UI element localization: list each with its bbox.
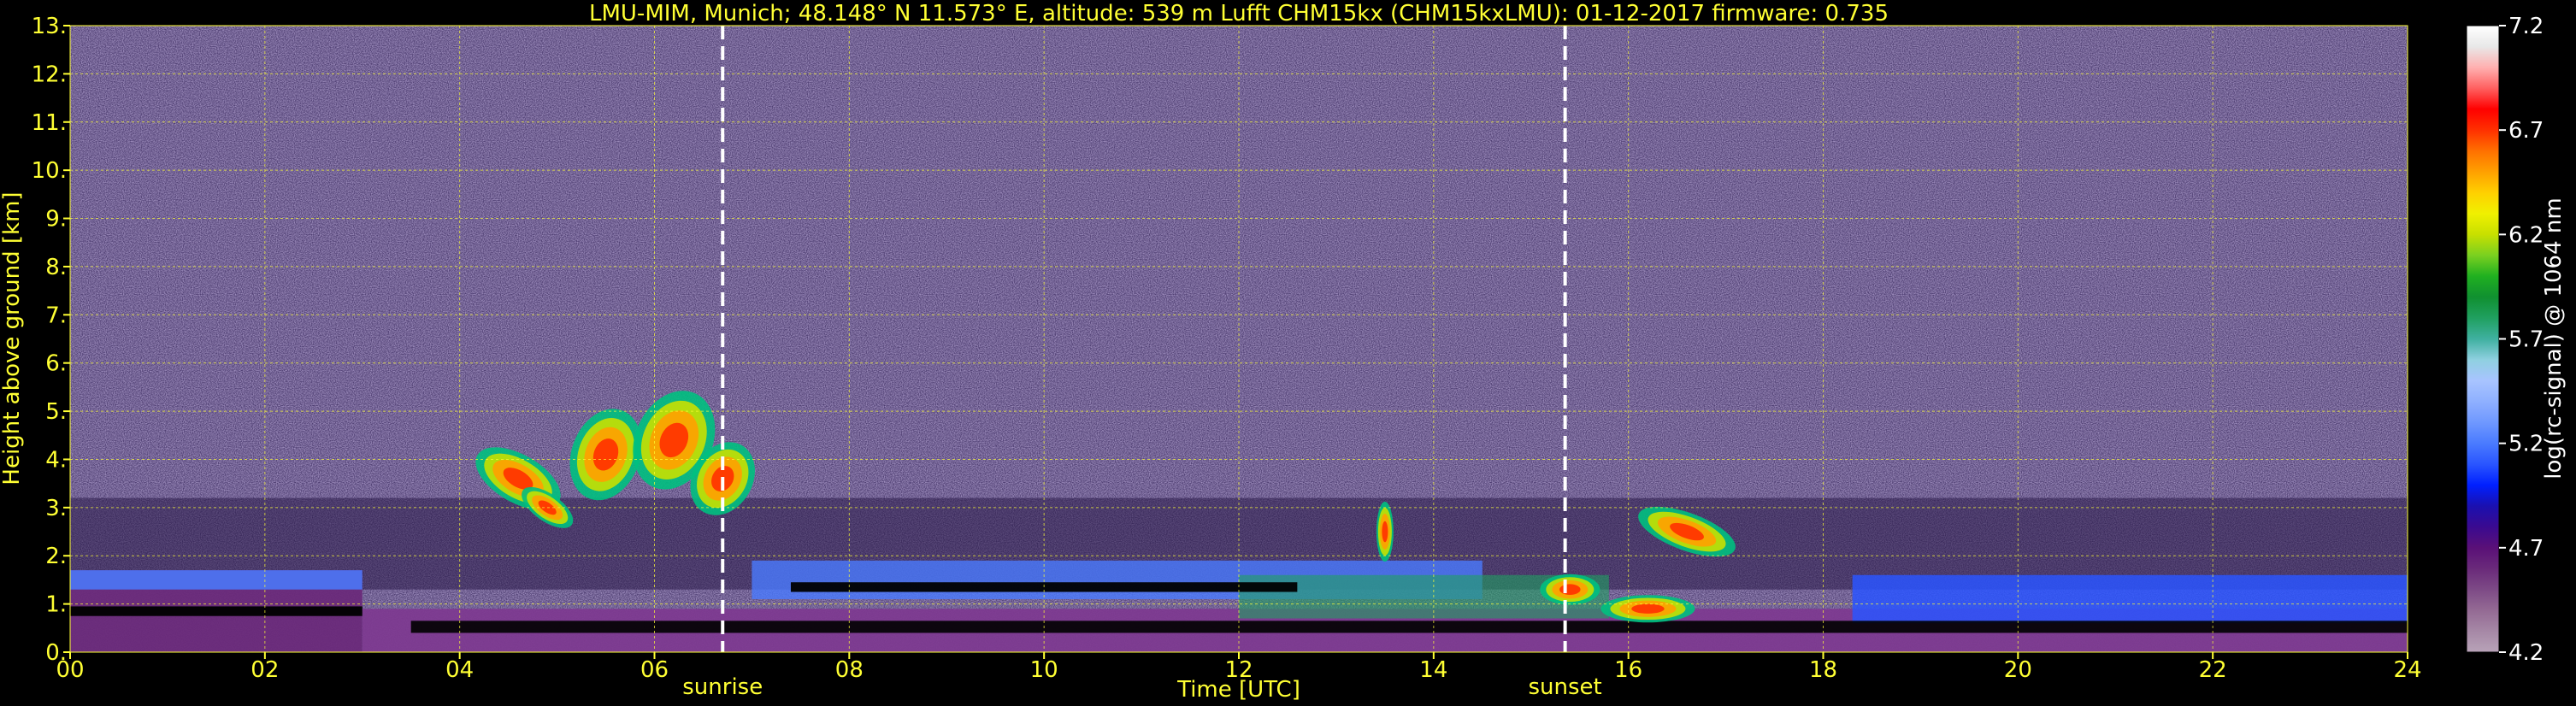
colorbar-label: log(rc-signal) @ 1064 nm bbox=[2541, 197, 2567, 479]
x-tick-label: 06 bbox=[640, 657, 669, 683]
colorbar-tick-label: 6.7 bbox=[2508, 118, 2544, 144]
colorbar-tick-label: 7.2 bbox=[2508, 14, 2544, 39]
y-tick-label: 7. bbox=[45, 303, 67, 328]
cloud-feature bbox=[1600, 595, 1695, 623]
colorbar-tick-label: 4.2 bbox=[2508, 640, 2544, 666]
x-tick-label: 02 bbox=[251, 657, 279, 683]
y-tick-label: 3. bbox=[45, 496, 67, 521]
colorbar-ticks: 4.2 4.7 5.2 5.7 6.2 6.7 7.2 bbox=[2499, 14, 2544, 666]
y-tick-label: 4. bbox=[45, 447, 67, 473]
y-tick-label: 12. bbox=[32, 62, 67, 87]
y-axis-ticks: 0.1.2.3.4.5.6.7.8.9.10.11.12.13. bbox=[32, 14, 70, 666]
cloud-feature bbox=[1540, 574, 1600, 605]
x-tick-label: 00 bbox=[56, 657, 84, 683]
y-tick-label: 5. bbox=[45, 399, 67, 425]
colorbar-tick-label: 5.7 bbox=[2508, 327, 2544, 353]
colorbar-tick-label: 6.2 bbox=[2508, 222, 2544, 248]
x-tick-label: 18 bbox=[1809, 657, 1837, 683]
x-tick-label: 20 bbox=[2004, 657, 2032, 683]
x-tick-label: 08 bbox=[835, 657, 864, 683]
chart-title: LMU-MIM, Munich; 48.148° N 11.573° E, al… bbox=[589, 1, 1889, 26]
x-tick-label: 16 bbox=[1614, 657, 1642, 683]
colorbar bbox=[2466, 25, 2500, 653]
x-tick-label: 04 bbox=[445, 657, 474, 683]
x-tick-label: 14 bbox=[1419, 657, 1447, 683]
y-tick-label: 1. bbox=[45, 592, 67, 618]
y-tick-label: 9. bbox=[45, 207, 67, 232]
x-tick-label: 22 bbox=[2199, 657, 2227, 683]
sunrise-label: sunrise bbox=[682, 674, 763, 700]
colorbar-tick-label: 5.2 bbox=[2508, 432, 2544, 457]
y-tick-label: 13. bbox=[32, 14, 67, 39]
aerosol-layer bbox=[1852, 574, 2408, 624]
aerosol-layer bbox=[70, 570, 363, 590]
y-tick-label: 6. bbox=[45, 351, 67, 377]
y-tick-label: 8. bbox=[45, 255, 67, 280]
y-tick-label: 10. bbox=[32, 158, 67, 184]
cloud-feature bbox=[1376, 502, 1394, 562]
colorbar-tick-label: 4.7 bbox=[2508, 536, 2544, 562]
x-tick-label: 10 bbox=[1030, 657, 1058, 683]
dense-layer bbox=[70, 606, 363, 616]
y-axis-label: Height above ground [km] bbox=[0, 191, 25, 485]
x-tick-label: 24 bbox=[2393, 657, 2421, 683]
sunset-label: sunset bbox=[1528, 674, 1601, 700]
y-tick-label: 11. bbox=[32, 110, 67, 136]
ceilometer-chart: sunrise sunset 0.1.2.3.4.5.6.7.8.9.10.11.… bbox=[0, 1, 2567, 703]
x-axis-label: Time [UTC] bbox=[1176, 677, 1300, 703]
dense-layer bbox=[410, 621, 2408, 633]
y-tick-label: 2. bbox=[45, 544, 67, 569]
